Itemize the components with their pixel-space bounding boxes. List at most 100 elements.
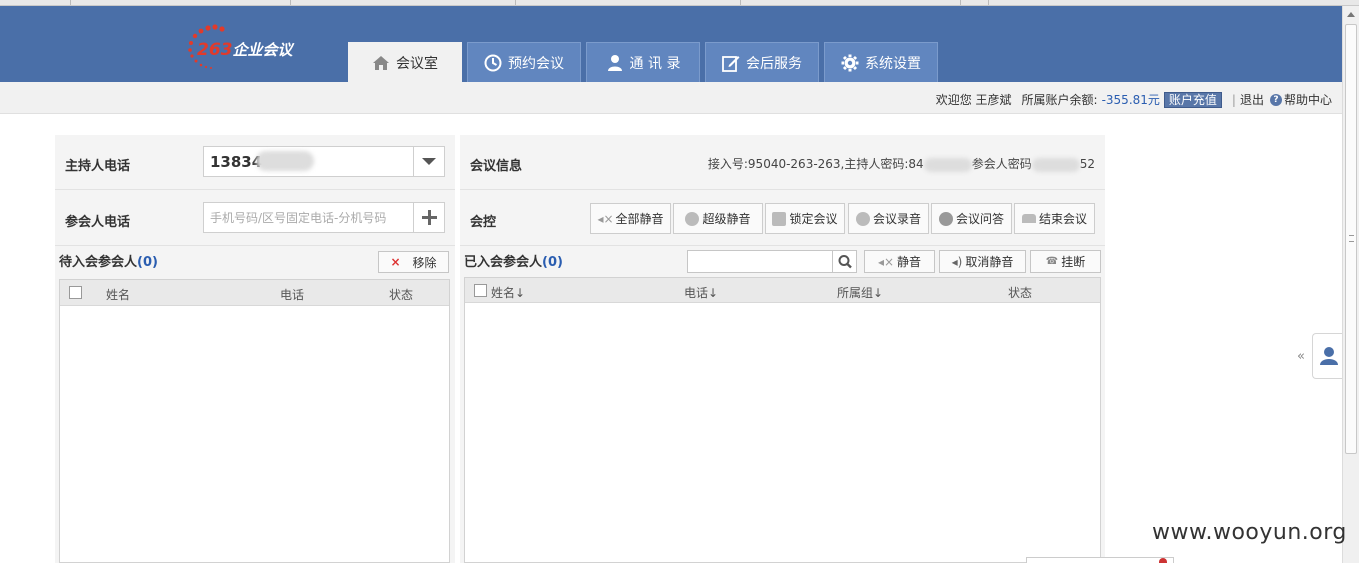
speaker-icon: ◂) (951, 254, 963, 269)
unmute-label: 取消静音 (965, 255, 1014, 269)
mute-all-label: 全部静音 (615, 212, 664, 226)
plus-icon-stroke (428, 210, 431, 225)
mute-button[interactable]: ◂× 静音 (864, 250, 935, 273)
redacted-blur (1031, 157, 1080, 172)
scrollbar-thumb[interactable] (1345, 24, 1357, 454)
balance-value: -355.81元 (1101, 93, 1160, 107)
access-number-text: 接入号:95040-263-263,主持人密码:84 (707, 157, 924, 171)
joined-table-header: 姓名↓ 电话↓ 所属组↓ 状态 (465, 278, 1100, 303)
meeting-info-row: 会议信息 接入号:95040-263-263,主持人密码:84 参会人密码 52 (460, 135, 1105, 190)
record-meeting-button[interactable]: 会议录音 (848, 203, 929, 234)
help-icon: ? (1269, 93, 1282, 106)
participant-phone-label: 参会人电话 (65, 215, 131, 230)
lock-icon (772, 211, 787, 226)
collapse-arrow-icon[interactable]: « (1297, 349, 1305, 364)
tab-post-meeting[interactable]: 会后服务 (705, 42, 819, 82)
host-phone-row: 主持人电话 13834 (55, 135, 455, 190)
tab-meeting-room[interactable]: 会议室 (348, 42, 462, 82)
edit-icon (722, 55, 740, 72)
separator: | (1231, 92, 1236, 107)
lock-meeting-label: 锁定会议 (789, 212, 838, 226)
col-status: 状态 (1008, 286, 1033, 300)
pending-table: 姓名 电话 状态 (59, 279, 450, 563)
joined-title-text: 已入会参会人 (464, 255, 543, 270)
host-phone-label: 主持人电话 (65, 159, 131, 174)
grip-icon (1349, 235, 1354, 242)
host-phone-select[interactable]: 13834 (203, 146, 445, 177)
super-mute-button[interactable]: 超级静音 (673, 203, 763, 234)
joined-search-input[interactable] (688, 251, 833, 272)
tab-label: 会后服务 (746, 55, 802, 72)
joined-table: 姓名↓ 电话↓ 所属组↓ 状态 (464, 277, 1101, 563)
host-phone-dropdown-button[interactable] (413, 147, 444, 176)
host-phone-value: 13834 (210, 153, 263, 171)
scroll-up-arrow-icon[interactable] (1347, 12, 1355, 17)
welcome-text: 欢迎您 王彦斌 (935, 93, 1012, 107)
meeting-info-label: 会议信息 (470, 159, 523, 174)
col-name: 姓名 (106, 288, 131, 302)
col-name-sort[interactable]: 姓名↓ (491, 284, 525, 301)
meeting-panel: 会议信息 接入号:95040-263-263,主持人密码:84 参会人密码 52 会… (460, 135, 1105, 563)
popup-edge (1026, 557, 1174, 563)
page-scrollbar[interactable] (1342, 6, 1359, 563)
search-icon (838, 255, 852, 269)
select-all-checkbox[interactable] (69, 286, 82, 299)
record-icon (855, 211, 870, 226)
pending-count: (0) (137, 255, 158, 270)
tab-label: 系统设置 (865, 55, 921, 72)
mute-icon: ◂× (877, 254, 895, 269)
hangup-icon (1021, 214, 1036, 223)
meeting-qa-button[interactable]: 会议问答 (931, 203, 1012, 234)
col-status: 状态 (389, 288, 414, 302)
close-icon: × (390, 255, 401, 269)
joined-title: 已入会参会人(0) (464, 251, 563, 270)
user-icon (607, 54, 622, 71)
mute-all-icon: ◂× (597, 211, 614, 226)
unmute-button[interactable]: ◂) 取消静音 (939, 250, 1026, 273)
home-icon (373, 55, 389, 70)
tab-system-settings[interactable]: 系统设置 (824, 42, 938, 82)
remove-button[interactable]: × 移除 (378, 251, 449, 273)
record-meeting-label: 会议录音 (872, 212, 921, 226)
hangup-label: 挂断 (1061, 255, 1086, 269)
pending-title-text: 待入会参会人 (59, 255, 138, 270)
mute-label: 静音 (897, 255, 922, 269)
tab-label: 预约会议 (508, 55, 564, 72)
end-meeting-button[interactable]: 结束会议 (1014, 203, 1095, 234)
search-button[interactable] (832, 251, 856, 272)
tab-contacts[interactable]: 通 讯 录 (586, 42, 700, 82)
pending-title: 待入会参会人(0) (59, 251, 158, 270)
add-participant-button[interactable] (413, 203, 444, 232)
meeting-control-label: 会控 (470, 215, 497, 230)
contacts-side-button[interactable] (1312, 333, 1344, 379)
lock-meeting-button[interactable]: 锁定会议 (765, 203, 845, 234)
pending-list-header: 待入会参会人(0) × 移除 (55, 246, 455, 278)
super-mute-label: 超级静音 (702, 212, 751, 226)
col-group-sort[interactable]: 所属组↓ (837, 284, 883, 301)
help-center-link[interactable]: 帮助中心 (1284, 91, 1332, 108)
logout-link[interactable]: 退出 (1240, 91, 1264, 108)
meeting-info-text: 接入号:95040-263-263,主持人密码:84 参会人密码 52 (708, 155, 1095, 172)
logo-text: 263企业会议 (197, 40, 293, 60)
gear-icon (841, 54, 859, 71)
meeting-qa-label: 会议问答 (955, 212, 1004, 226)
pending-table-header: 姓名 电话 状态 (60, 280, 449, 306)
col-phone-sort[interactable]: 电话↓ (684, 284, 718, 301)
participant-phone-input[interactable] (204, 203, 414, 232)
clock-icon (484, 54, 502, 71)
mute-all-button[interactable]: ◂× 全部静音 (590, 203, 671, 234)
recharge-button[interactable]: 账户充值 (1163, 91, 1222, 108)
watermark: www.wooyun.org (1152, 520, 1347, 545)
tab-schedule-meeting[interactable]: 预约会议 (467, 42, 581, 82)
remove-label: 移除 (412, 255, 437, 270)
qa-icon (938, 211, 953, 226)
meeting-control-row: 会控 ◂× 全部静音 超级静音 锁定会议 会议录音 会议问答 结束会议 (460, 191, 1105, 246)
participant-phone-field (203, 202, 445, 233)
phone-icon: ☎ (1045, 256, 1059, 267)
joined-search (687, 250, 857, 273)
select-all-checkbox[interactable] (474, 284, 487, 297)
super-mute-icon (685, 211, 700, 226)
end-meeting-label: 结束会议 (1038, 212, 1087, 226)
hangup-button[interactable]: ☎ 挂断 (1030, 250, 1101, 273)
app-header: 263企业会议 会议室 预约会议 通 讯 录 会后服务 系统设置 (0, 6, 1342, 82)
